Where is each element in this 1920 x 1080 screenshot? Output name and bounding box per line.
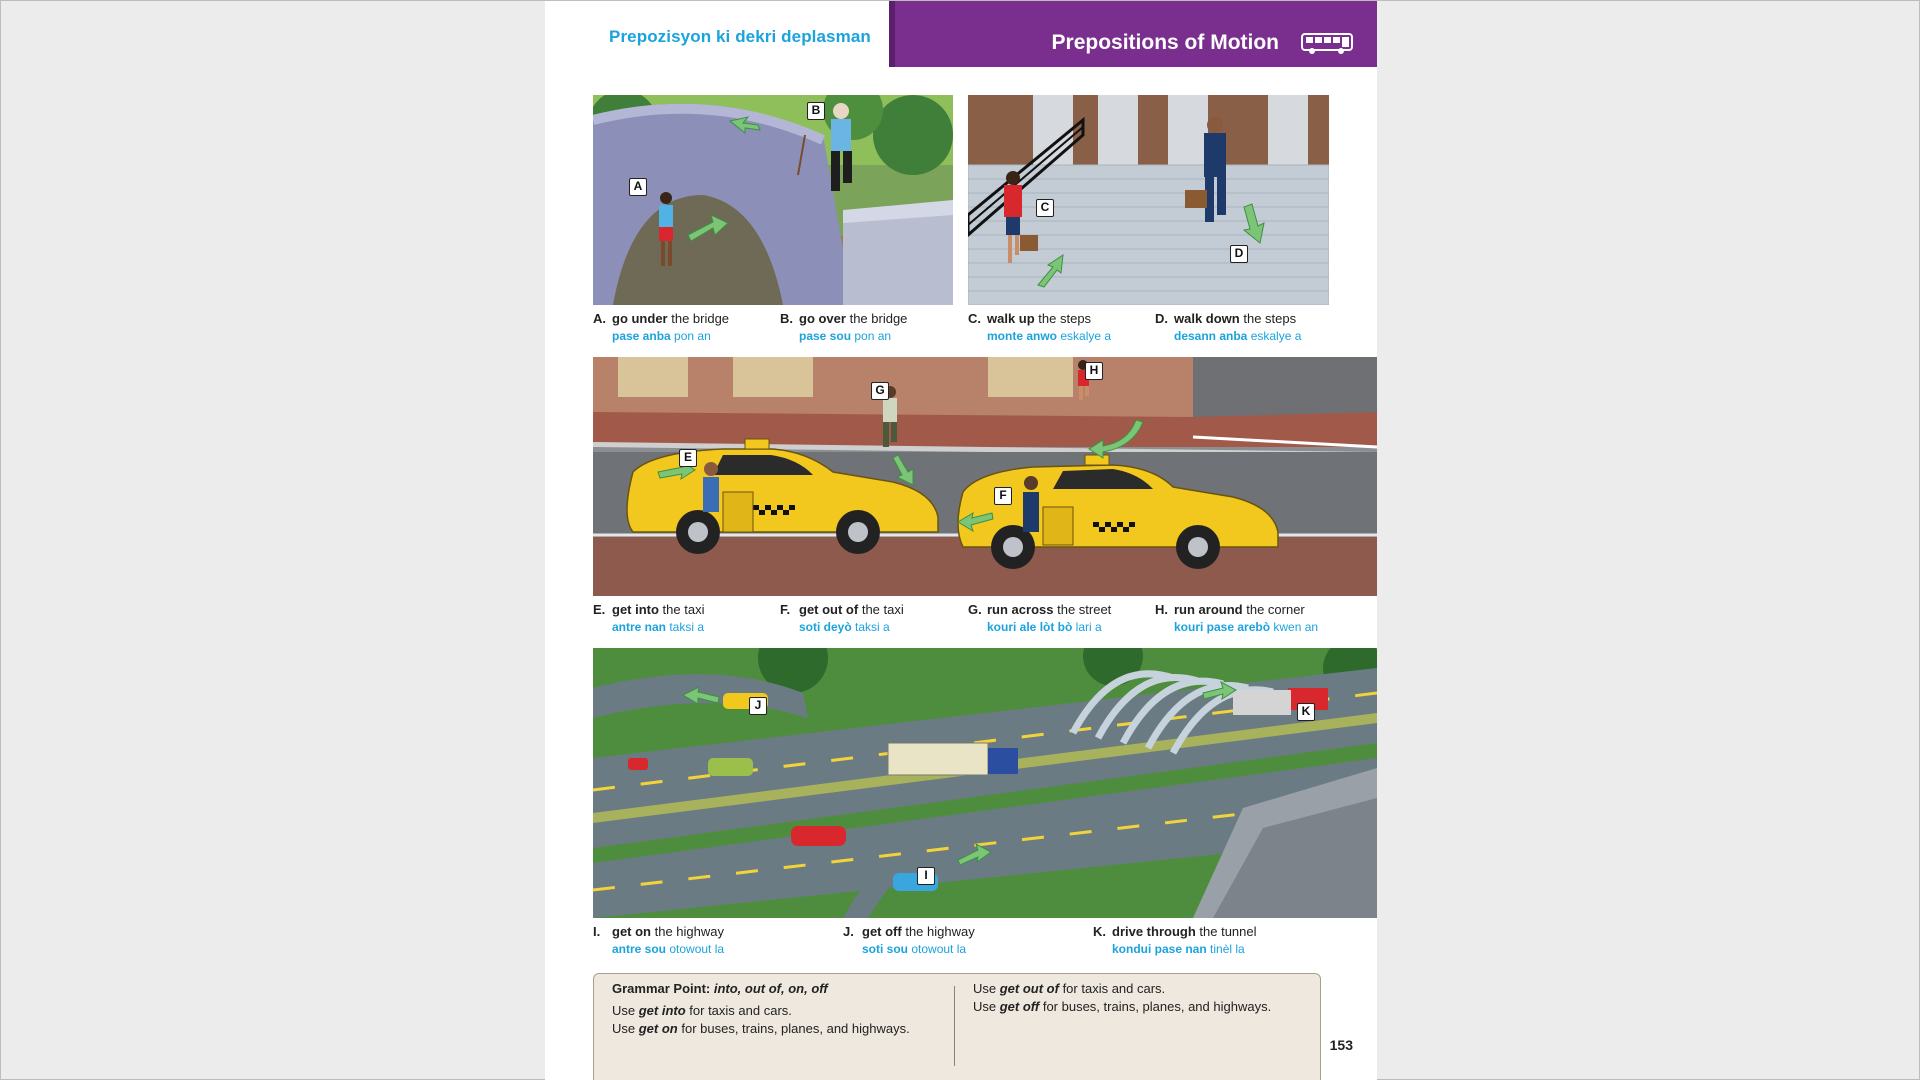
tag-d: D xyxy=(1230,245,1248,263)
tag-k: K xyxy=(1297,703,1315,721)
caption-k: K. drive through the tunnel kondui pase n… xyxy=(1093,924,1257,956)
caption-e: E. get into the taxi antre nan taksi a xyxy=(593,602,705,634)
tag-e: E xyxy=(679,449,697,467)
grammar-rule: Use get off for buses, trains, planes, a… xyxy=(973,999,1272,1014)
tag-i: I xyxy=(917,867,935,885)
header-band-accent xyxy=(889,1,895,67)
tag-j: J xyxy=(749,697,767,715)
caption-g: G. run across the street kouri ale lòt bò… xyxy=(968,602,1112,634)
tag-a: A xyxy=(629,178,647,196)
page-title: Prepositions of Motion xyxy=(1051,31,1279,54)
bus-icon xyxy=(1301,33,1353,54)
caption-h: H. run around the corner kouri pase arebò… xyxy=(1155,602,1319,634)
grammar-rule: Use get out of for taxis and cars. xyxy=(973,981,1166,996)
caption-d: D. walk down the steps desann anba eskaly… xyxy=(1155,311,1302,343)
grammar-rule: Use get on for buses, trains, planes, an… xyxy=(612,1021,910,1036)
caption-b: B. go over the bridge pase sou pon an xyxy=(780,311,908,343)
page-subtitle: Prepozisyon ki dekri deplasman xyxy=(609,27,871,46)
caption-j: J. get off the highway soti sou otowout l… xyxy=(843,924,975,956)
tag-h: H xyxy=(1085,362,1103,380)
steps-illustration: C D xyxy=(968,95,1329,305)
bridge-illustration: A B xyxy=(593,95,953,305)
tag-c: C xyxy=(1036,199,1054,217)
tag-g: G xyxy=(871,382,889,400)
grammar-divider xyxy=(954,986,955,1066)
taxi-street-illustration: E F G H xyxy=(593,357,1377,596)
document-viewer: Prepozisyon ki dekri deplasman Prepositi… xyxy=(0,0,1920,1080)
caption-i: I. get on the highway antre sou otowout l… xyxy=(593,924,725,956)
caption-f: F. get out of the taxi soti deyò taksi a xyxy=(780,602,904,634)
page-number: 153 xyxy=(1329,1037,1353,1053)
caption-c: C. walk up the steps monte anwo eskalye a xyxy=(968,311,1112,343)
grammar-point-box: Grammar Point: into, out of, on, off Use… xyxy=(593,973,1321,1080)
textbook-page: Prepozisyon ki dekri deplasman Prepositi… xyxy=(545,1,1377,1080)
grammar-rule: Use get into for taxis and cars. xyxy=(612,1003,792,1018)
tag-f: F xyxy=(994,487,1012,505)
highway-illustration: I J K xyxy=(593,648,1377,918)
caption-a: A. go under the bridge pase anba pon an xyxy=(593,311,730,343)
tag-b: B xyxy=(807,102,825,120)
grammar-title: Grammar Point: into, out of, on, off xyxy=(612,981,828,996)
